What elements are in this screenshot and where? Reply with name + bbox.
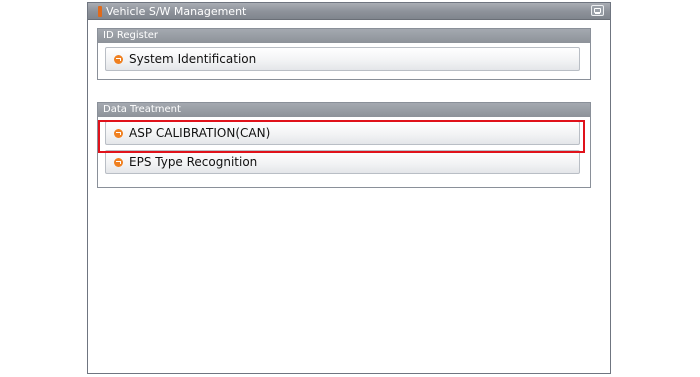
monitor-icon[interactable] (591, 5, 604, 16)
menu-item-label: ASP CALIBRATION(CAN) (129, 126, 271, 140)
window-titlebar: Vehicle S/W Management (88, 3, 610, 20)
menu-item-label: System Identification (129, 52, 257, 66)
data-treatment-group: Data Treatment ASP CALIBRATION(CAN) EPS … (97, 102, 591, 188)
title-accent-bar (98, 6, 102, 17)
orange-arrow-bullet-icon (114, 158, 123, 167)
menu-item-asp-calibration-can[interactable]: ASP CALIBRATION(CAN) (105, 121, 580, 145)
orange-arrow-bullet-icon (114, 55, 123, 64)
group-header-id-register: ID Register (98, 29, 590, 43)
id-register-group: ID Register System Identification (97, 28, 591, 80)
menu-item-label: EPS Type Recognition (129, 155, 258, 169)
group-header-data-treatment: Data Treatment (98, 103, 590, 117)
orange-arrow-bullet-icon (114, 129, 123, 138)
menu-item-system-identification[interactable]: System Identification (105, 47, 580, 71)
window-title: Vehicle S/W Management (106, 5, 247, 18)
vehicle-sw-management-window: Vehicle S/W Management ID Register Syste… (87, 2, 611, 374)
menu-item-eps-type-recognition[interactable]: EPS Type Recognition (105, 150, 580, 174)
